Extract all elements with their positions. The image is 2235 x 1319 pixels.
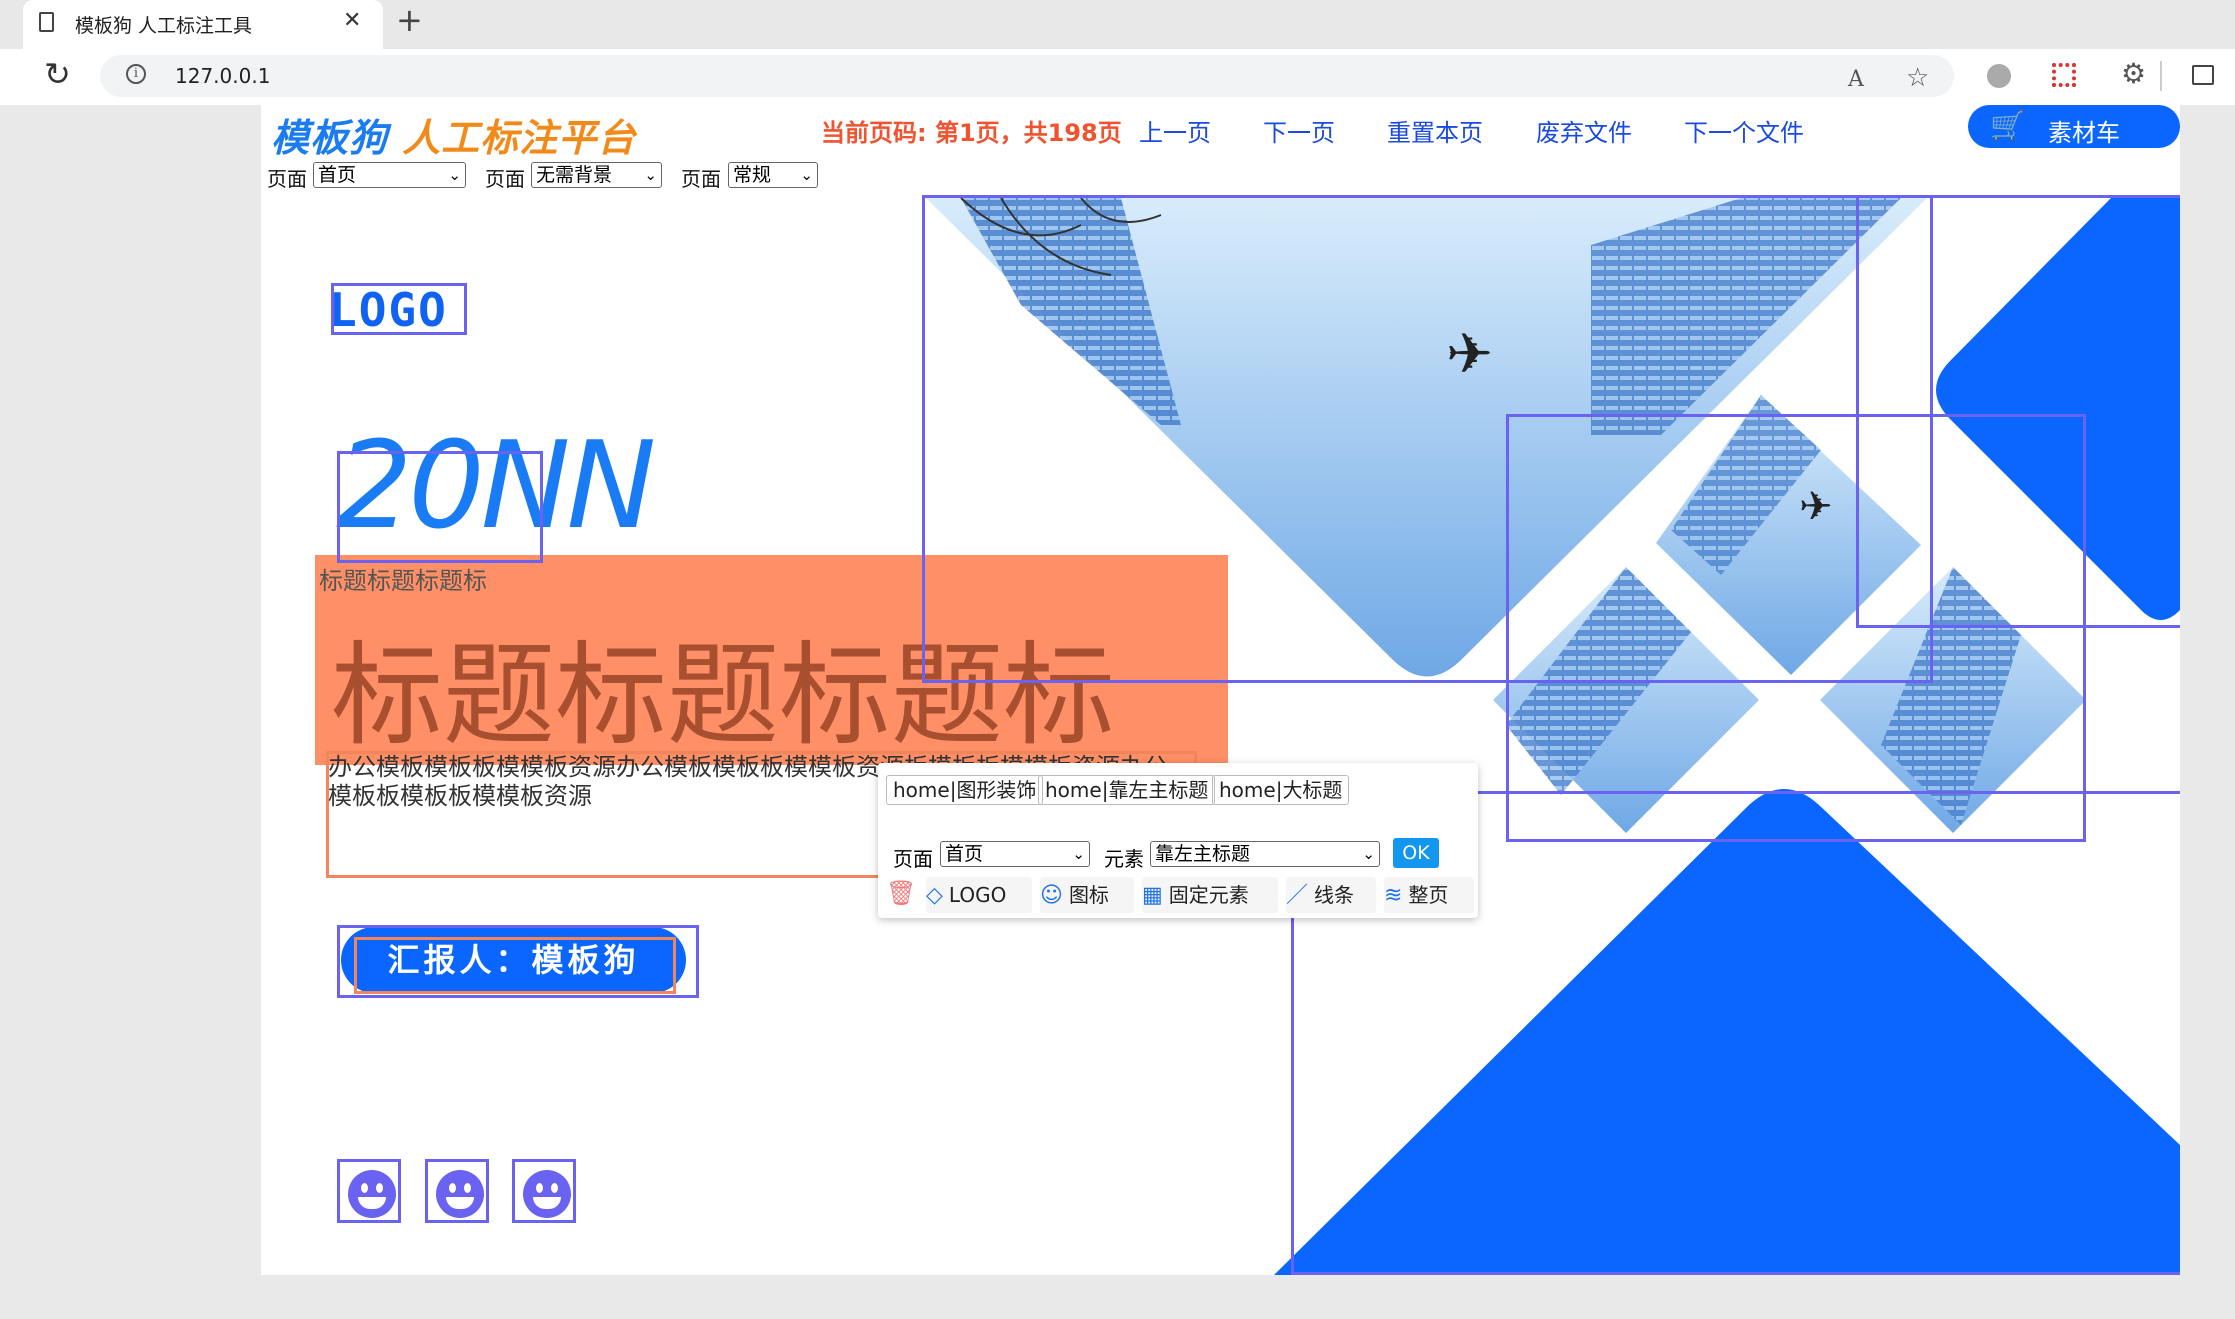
browser-toolbar: ↻ i 127.0.0.1 A ☆ ⚙ bbox=[0, 49, 2235, 105]
trash-icon[interactable]: 🗑 bbox=[886, 879, 916, 907]
annotation-popup: home|图形装饰 home|靠左主标题 home|大标题 页面 首页 ⌄ 元素 … bbox=[878, 763, 1478, 918]
ok-button[interactable]: OK bbox=[1393, 838, 1439, 868]
button-label: 整页 bbox=[1408, 883, 1449, 907]
close-icon[interactable]: ✕ bbox=[343, 8, 361, 33]
line-button[interactable]: ／线条 bbox=[1286, 877, 1376, 913]
sidebar-toggle-icon[interactable] bbox=[2192, 65, 2214, 85]
smile-icon: ☺ bbox=[1040, 883, 1063, 908]
element-label: 元素 bbox=[1104, 847, 1144, 871]
address-bar[interactable]: i 127.0.0.1 A ☆ bbox=[100, 55, 1954, 97]
chevron-down-icon: ⌄ bbox=[1362, 845, 1375, 863]
read-aloud-icon[interactable]: A bbox=[1848, 67, 1864, 92]
star-icon[interactable]: ☆ bbox=[1906, 63, 1929, 93]
fixed-element-button[interactable]: ▦ 固定元素 bbox=[1142, 877, 1278, 913]
button-label: 图标 bbox=[1068, 883, 1109, 907]
extensions-icon[interactable]: ⚙ bbox=[2121, 57, 2146, 90]
smiley-icon[interactable] bbox=[425, 1159, 489, 1223]
button-label: 固定元素 bbox=[1168, 883, 1249, 907]
chip-big-title[interactable]: home|大标题 bbox=[1212, 775, 1350, 805]
popup-page-select[interactable]: 首页 ⌄ bbox=[940, 841, 1090, 867]
page-canvas: 模板狗 人工标注平台 当前页码: 第1页，共198页 上一页 下一页 重置本页 … bbox=[261, 105, 2180, 1275]
annotation-box-year[interactable] bbox=[337, 451, 543, 563]
icon-button[interactable]: ☺ 图标 bbox=[1040, 877, 1134, 913]
annotation-box-reporter-inner[interactable] bbox=[354, 937, 676, 994]
qr-code-icon[interactable] bbox=[2052, 63, 2076, 87]
chip-left-title[interactable]: home|靠左主标题 bbox=[1038, 775, 1216, 805]
whole-page-button[interactable]: ≋ 整页 bbox=[1384, 877, 1474, 913]
logo-button[interactable]: ◇ LOGO bbox=[926, 877, 1032, 913]
slide-subtitle-small: 标题标题标题标 bbox=[319, 567, 487, 595]
reload-icon[interactable]: ↻ bbox=[44, 55, 71, 93]
chip-decoration[interactable]: home|图形装饰 bbox=[886, 775, 1044, 805]
document-icon bbox=[39, 12, 54, 32]
button-label: 线条 bbox=[1314, 883, 1355, 907]
adblock-icon[interactable] bbox=[1987, 64, 2011, 88]
annotation-box-logo[interactable] bbox=[331, 283, 467, 335]
url-text: 127.0.0.1 bbox=[175, 64, 271, 88]
annotation-box-diamonds[interactable] bbox=[1506, 414, 2086, 842]
chevron-down-icon: ⌄ bbox=[1072, 845, 1085, 863]
grid-icon: ▦ bbox=[1142, 883, 1163, 908]
tag-icon: ◇ bbox=[926, 883, 943, 908]
smiley-icon[interactable] bbox=[337, 1159, 401, 1223]
select-value: 首页 bbox=[945, 843, 984, 865]
info-icon[interactable]: i bbox=[126, 64, 146, 84]
button-label: LOGO bbox=[948, 883, 1007, 907]
smiley-icon[interactable] bbox=[512, 1159, 576, 1223]
tab-title: 模板狗 人工标注工具 bbox=[75, 15, 253, 37]
line-icon: ／ bbox=[1286, 883, 1309, 908]
select-value: 靠左主标题 bbox=[1155, 843, 1251, 865]
new-tab-button[interactable]: + bbox=[396, 4, 423, 36]
layers-icon: ≋ bbox=[1384, 883, 1403, 908]
popup-element-select[interactable]: 靠左主标题 ⌄ bbox=[1150, 841, 1380, 867]
toolbar-divider bbox=[2160, 61, 2162, 91]
browser-tab[interactable]: 模板狗 人工标注工具 ✕ bbox=[23, 0, 383, 49]
page-label: 页面 bbox=[893, 847, 933, 871]
browser-tab-bar: 模板狗 人工标注工具 ✕ + bbox=[0, 0, 2235, 49]
